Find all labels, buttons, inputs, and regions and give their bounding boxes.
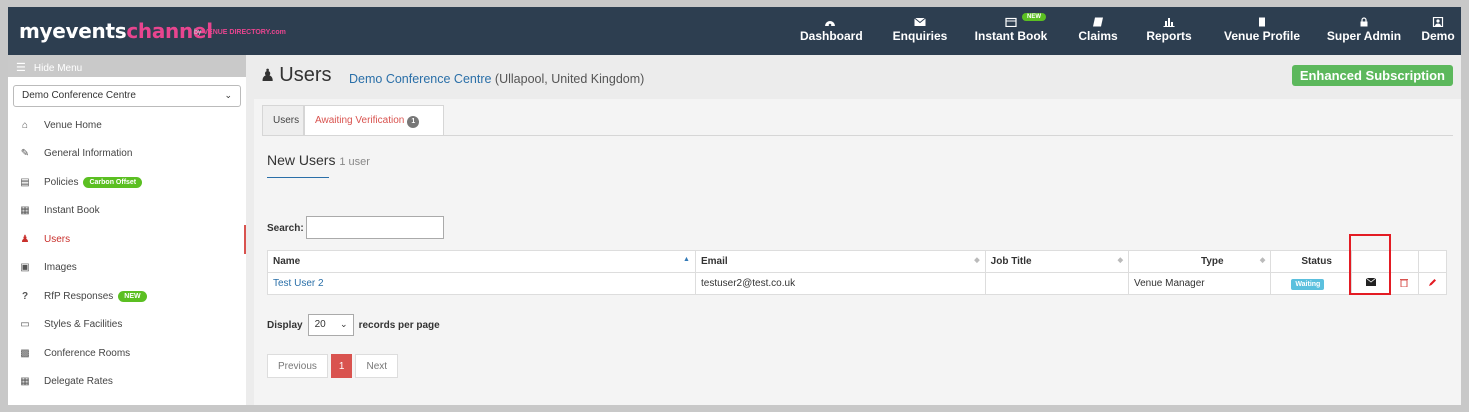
user-icon: ♟	[260, 66, 276, 85]
nav-instant-book[interactable]: Instant Book NEW	[974, 7, 1048, 55]
new-badge: NEW	[118, 290, 147, 302]
user-job-title	[984, 272, 1130, 295]
new-badge: NEW	[1022, 13, 1046, 21]
pagination: Previous 1 Next	[267, 354, 401, 378]
envelope-icon	[914, 16, 926, 26]
column-header-status: Status	[1270, 250, 1353, 273]
tab-content: New Users 1 user Search: Name ▲ Email ◆ Jo…	[262, 135, 1453, 397]
dashboard-icon	[824, 16, 836, 27]
sidebar-item-images[interactable]: ▣ Images	[8, 254, 246, 283]
section-divider	[267, 177, 329, 178]
column-header-resend	[1351, 250, 1391, 273]
count-badge: 1	[407, 116, 420, 128]
column-header-email[interactable]: Email ◆	[694, 250, 986, 273]
app-frame: myeventschannel by VENUE DIRECTORY.com D…	[8, 7, 1461, 405]
lock-icon	[1358, 16, 1370, 27]
nav-enquiries[interactable]: Enquiries	[888, 7, 952, 55]
bar-chart-icon	[1163, 16, 1175, 27]
column-header-edit	[1417, 250, 1448, 273]
sidebar-item-general-information[interactable]: ✎ General Information	[8, 140, 246, 169]
monitor-icon: ▭	[20, 319, 30, 331]
page-header: ♟ Users Demo Conference Centre (Ullapool,…	[254, 55, 1461, 99]
user-email: testuser2@test.co.uk	[694, 272, 986, 295]
section-title: New Users 1 user	[267, 152, 370, 168]
sidebar-item-conference-rooms[interactable]: ▩ Conference Rooms	[8, 339, 246, 368]
user-status-cell: Waiting	[1270, 272, 1353, 295]
nav-super-admin[interactable]: Super Admin	[1324, 7, 1404, 55]
sidebar-item-policies[interactable]: ▤ Policies Carbon Offset	[8, 168, 246, 197]
brand-logo[interactable]: myeventschannel	[19, 19, 213, 43]
table-header-row: Name ▲ Email ◆ Job Title ◆ Type ◆ Status	[267, 250, 1448, 273]
next-page-button[interactable]: Next	[355, 354, 399, 378]
user-name-link[interactable]: Test User 2	[267, 272, 696, 295]
sidebar: ☰ Hide Menu Demo Conference Centre ⌄ ⌂ Venu…	[8, 55, 246, 405]
resend-email-button[interactable]	[1351, 272, 1391, 295]
sidebar-item-venue-home[interactable]: ⌂ Venue Home	[8, 111, 246, 140]
sidebar-item-delegate-rates[interactable]: ▦ Delegate Rates	[8, 368, 246, 397]
sidebar-item-styles-facilities[interactable]: ▭ Styles & Facilities	[8, 311, 246, 340]
pencil-icon	[1428, 278, 1437, 290]
chevron-down-icon: ⌄	[340, 319, 348, 329]
image-icon: ▣	[20, 262, 30, 274]
sort-asc-icon: ▲	[683, 256, 690, 263]
page-size-select[interactable]: 20 ⌄	[307, 314, 354, 336]
carbon-offset-badge: Carbon Offset	[83, 176, 143, 188]
brand-sub-logo: by VENUE DIRECTORY.com	[194, 29, 286, 36]
top-navbar: myeventschannel by VENUE DIRECTORY.com D…	[8, 7, 1461, 55]
briefcase-icon: ▩	[20, 347, 30, 359]
menu-icon: ☰	[16, 62, 26, 74]
envelope-icon	[1365, 277, 1376, 289]
sidebar-item-rfp-responses[interactable]: ? RfP Responses NEW	[8, 282, 246, 311]
nav-venue-profile[interactable]: Venue Profile	[1220, 7, 1304, 55]
previous-page-button[interactable]: Previous	[267, 354, 328, 378]
page-size-control: Display 20 ⌄ records per page	[267, 314, 440, 336]
nav-dashboard[interactable]: Dashboard	[800, 7, 863, 55]
main-content: ♟ Users Demo Conference Centre (Ullapool,…	[254, 55, 1461, 405]
page-1-button[interactable]: 1	[330, 354, 353, 378]
nav-claims[interactable]: Claims	[1076, 7, 1120, 55]
sort-icon: ◆	[974, 257, 980, 264]
question-icon: ?	[21, 290, 29, 302]
search-label: Search:	[267, 223, 304, 234]
user-square-icon	[1432, 16, 1444, 28]
book-icon	[1092, 16, 1104, 27]
tab-awaiting-verification[interactable]: Awaiting Verification 1	[304, 105, 444, 135]
calculator-icon: ▦	[20, 376, 30, 388]
home-icon: ⌂	[21, 119, 29, 131]
column-header-name[interactable]: Name ▲	[267, 250, 696, 273]
column-header-type[interactable]: Type ◆	[1127, 250, 1272, 273]
calendar-icon	[1005, 16, 1017, 28]
column-header-job-title[interactable]: Job Title ◆	[984, 250, 1130, 273]
tab-users[interactable]: Users	[262, 105, 304, 135]
sort-icon: ◆	[1259, 257, 1266, 264]
nav-demo[interactable]: Demo	[1418, 7, 1458, 55]
nav-reports[interactable]: Reports	[1144, 7, 1194, 55]
sidebar-item-instant-book[interactable]: ▦ Instant Book	[8, 197, 246, 226]
search-input[interactable]	[306, 216, 444, 239]
status-badge: Waiting	[1291, 278, 1325, 290]
calendar-icon: ▦	[20, 205, 30, 217]
venue-select[interactable]: Demo Conference Centre ⌄	[13, 85, 241, 107]
column-header-delete	[1389, 250, 1419, 273]
table-row: Test User 2 testuser2@test.co.uk Venue M…	[267, 272, 1448, 295]
sort-icon: ◆	[1117, 257, 1123, 264]
building-icon	[1256, 16, 1268, 27]
edit-user-button[interactable]	[1417, 272, 1448, 295]
edit-icon: ✎	[20, 148, 30, 160]
users-panel: Users Awaiting Verification 1 New Users 1…	[254, 99, 1461, 405]
delete-user-button[interactable]	[1389, 272, 1419, 295]
user-type: Venue Manager	[1127, 272, 1272, 295]
subscription-badge: Enhanced Subscription	[1291, 65, 1453, 86]
venue-heading: Demo Conference Centre (Ullapool, United…	[349, 72, 645, 86]
chevron-down-icon: ⌄	[224, 90, 232, 100]
page-title: ♟ Users	[260, 64, 332, 86]
hide-menu-button[interactable]: ☰ Hide Menu	[8, 55, 246, 77]
trash-icon	[1400, 278, 1409, 290]
users-table: Name▲ Email◆ Job Title◆ Type◆ Status	[267, 250, 1448, 295]
user-icon: ♟	[20, 233, 30, 245]
document-icon: ▤	[20, 176, 30, 188]
sidebar-item-users[interactable]: ♟ Users	[8, 225, 246, 254]
